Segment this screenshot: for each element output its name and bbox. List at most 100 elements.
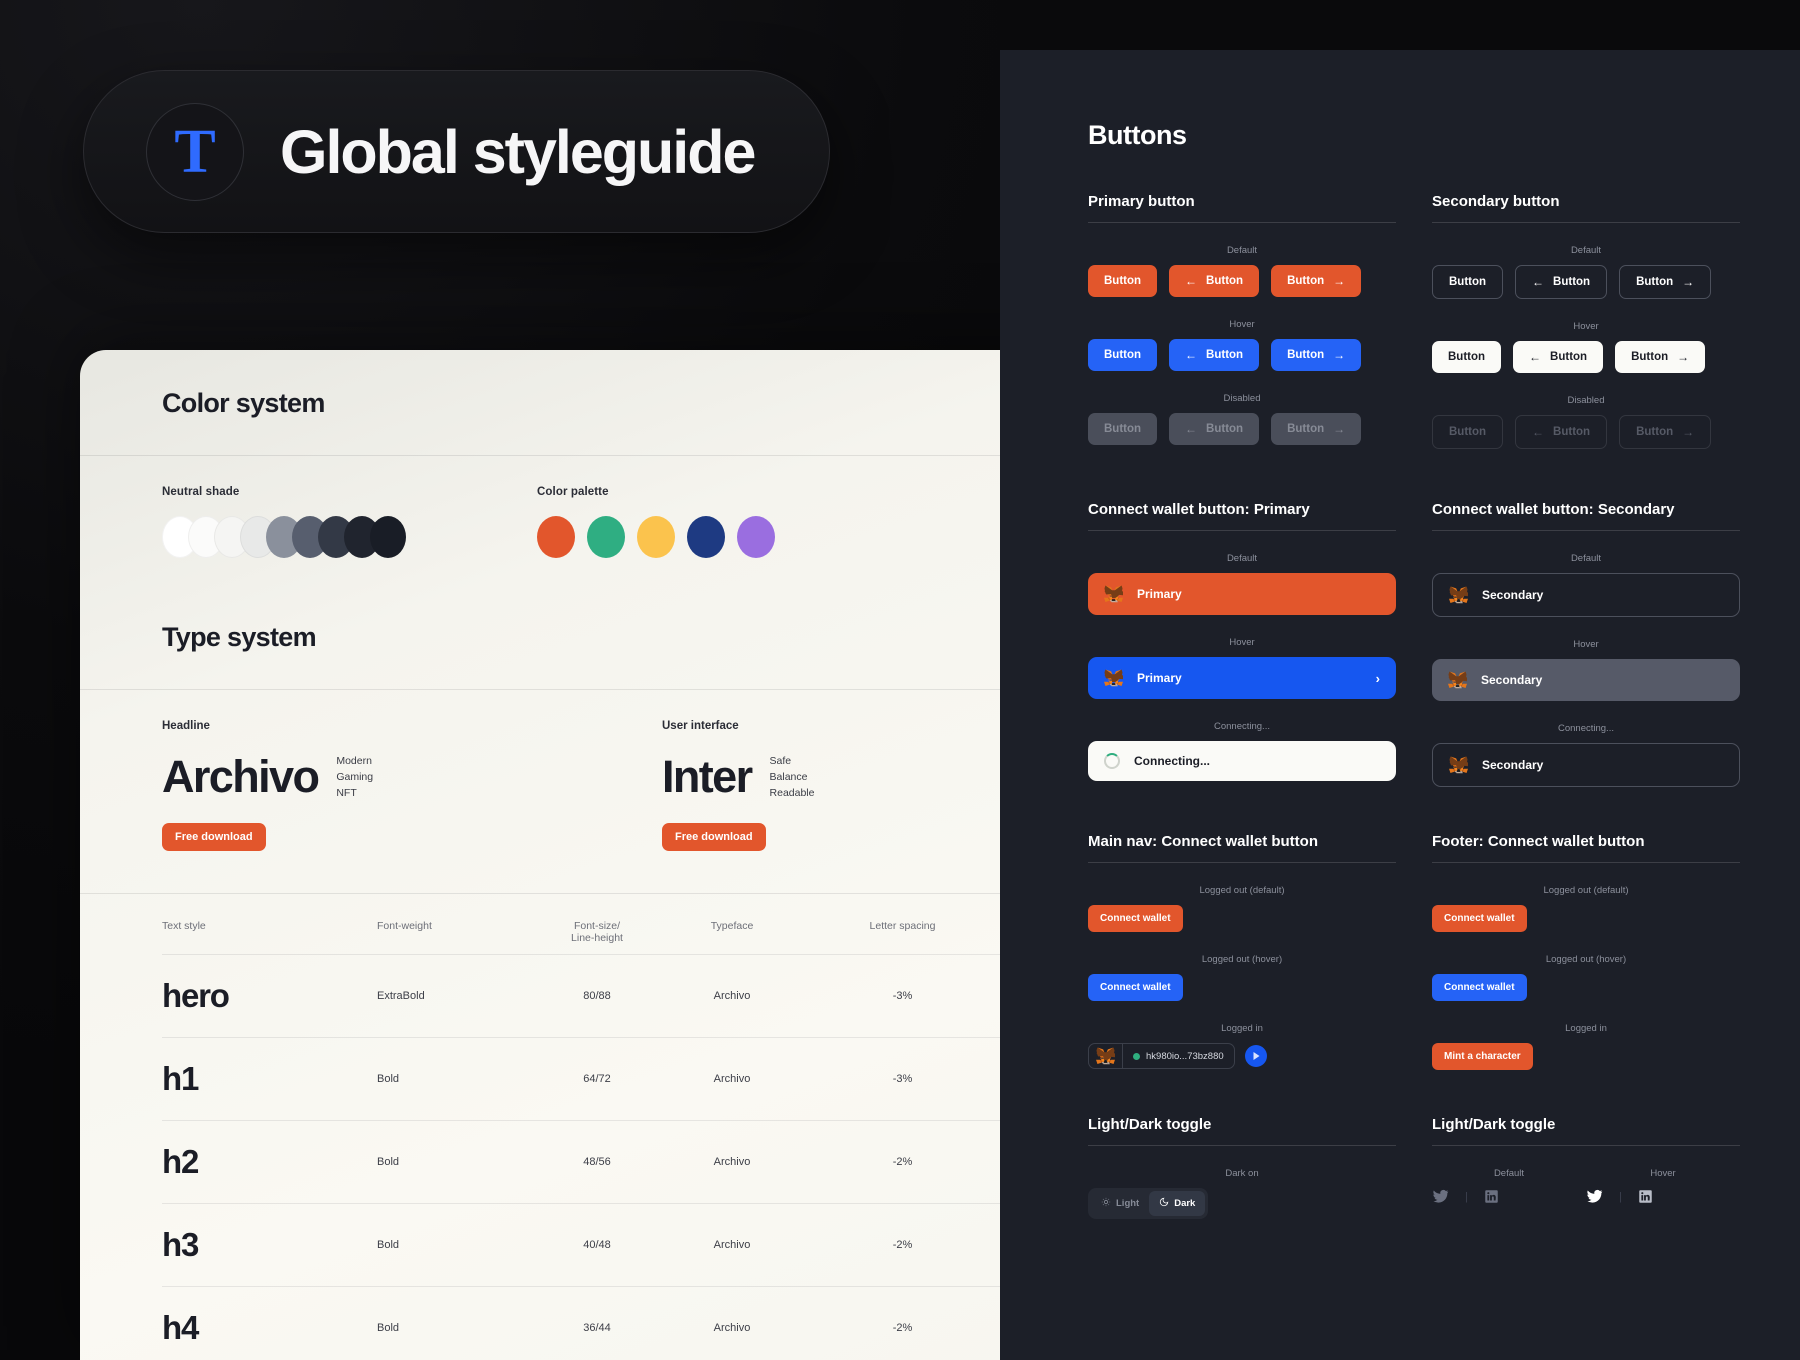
button-row: Button ← Button Button →	[1088, 413, 1396, 445]
nav-footer-row: Main nav: Connect wallet button Logged o…	[1088, 833, 1740, 1070]
light-dark-toggle[interactable]: Light Dark	[1088, 1188, 1209, 1219]
toggle-right-group: Light/Dark toggle Default Hover | |	[1432, 1116, 1740, 1219]
linkedin-icon[interactable]	[1638, 1189, 1653, 1204]
demo-button[interactable]: Button →	[1271, 339, 1362, 371]
type-letter-spacing: -3%	[797, 1037, 1000, 1121]
connect-wallet-button[interactable]: Primary ›	[1088, 657, 1396, 699]
mint-character-button[interactable]: Mint a character	[1432, 1043, 1533, 1070]
connect-wallet-button[interactable]: Connect wallet	[1432, 974, 1527, 1001]
social-state-labels: Default Hover	[1432, 1168, 1740, 1179]
arrow-left-icon: ←	[1185, 274, 1198, 288]
styleguide-screen: T Global styleguide Color system Neutral…	[0, 0, 1800, 1360]
type-style-name: h3	[162, 1203, 377, 1287]
button-row: Button ← Button Button →	[1432, 265, 1740, 299]
demo-button[interactable]: Button	[1432, 265, 1504, 299]
button-label: Button	[1104, 349, 1142, 361]
button-row: Button ← Button Button →	[1088, 339, 1396, 371]
type-letter-spacing: -2%	[797, 1120, 1000, 1204]
button-label: Button	[1448, 351, 1486, 363]
type-font-weight: Bold	[377, 1286, 527, 1360]
headline-download-button[interactable]: Free download	[162, 823, 266, 852]
twitter-icon[interactable]	[1432, 1188, 1449, 1205]
wallet-primary-heading: Connect wallet button: Primary	[1088, 501, 1396, 531]
connect-wallet-button[interactable]: Connect wallet	[1088, 974, 1183, 1001]
font-tag: NFT	[336, 786, 357, 799]
table-row: hero ExtraBold 80/88 Archivo -3%	[162, 954, 1000, 1038]
connect-wallet-button[interactable]: Connect wallet	[1432, 905, 1527, 932]
toggle-left-heading: Light/Dark toggle	[1088, 1116, 1396, 1146]
demo-button[interactable]: Button	[1088, 413, 1158, 445]
font-tag: Balance	[769, 770, 808, 783]
social-divider: |	[1465, 1190, 1468, 1203]
connect-wallet-button[interactable]: Connect wallet	[1088, 905, 1183, 932]
demo-button[interactable]: Button →	[1619, 415, 1712, 449]
avatar[interactable]	[1244, 1045, 1267, 1067]
font-tag: Readable	[769, 786, 815, 799]
demo-button[interactable]: ← Button	[1515, 265, 1608, 299]
sun-icon	[1101, 1197, 1111, 1210]
state-label: Default	[1226, 245, 1258, 256]
button-label: Button	[1631, 351, 1669, 363]
connect-wallet-button[interactable]: Secondary	[1432, 573, 1740, 617]
arrow-left-icon: ←	[1185, 422, 1198, 436]
font-tag: Modern	[336, 755, 372, 767]
demo-button[interactable]: ← Button	[1513, 341, 1604, 373]
demo-button[interactable]: Button →	[1271, 265, 1362, 297]
demo-button[interactable]: Button →	[1619, 265, 1712, 299]
typography-badge: T	[146, 102, 244, 201]
buttons-panel-title: Buttons	[1088, 120, 1187, 150]
toggle-option-light[interactable]: Light	[1091, 1191, 1149, 1216]
social-hover-label: Hover	[1650, 1168, 1676, 1179]
twitter-icon[interactable]	[1586, 1188, 1603, 1205]
palette-swatch-row	[537, 516, 775, 558]
ui-label: User interface	[662, 720, 739, 732]
demo-button[interactable]: Button	[1088, 265, 1158, 297]
connect-wallet-button[interactable]: Connecting...	[1088, 741, 1396, 781]
demo-button[interactable]: Button	[1432, 341, 1502, 373]
arrow-right-icon: →	[1333, 348, 1346, 362]
type-font-weight: Bold	[377, 1120, 527, 1204]
demo-button[interactable]: Button	[1432, 415, 1504, 449]
type-style-name: h2	[162, 1120, 377, 1204]
connect-wallet-label: Secondary	[1481, 673, 1543, 687]
state-label: Default	[1570, 553, 1602, 564]
button-label: Button	[1449, 426, 1487, 438]
social-hover-group: |	[1586, 1188, 1740, 1205]
neutral-shade-group: Neutral shade	[162, 486, 537, 558]
type-font-weight: Bold	[377, 1203, 527, 1287]
wallet-address-chip[interactable]: hk980io...73bz880	[1088, 1043, 1235, 1069]
state-label: Hover	[1229, 637, 1255, 648]
palette-swatch	[737, 516, 775, 558]
button-label: Button	[1550, 351, 1588, 363]
wallet-secondary-heading: Connect wallet button: Secondary	[1432, 501, 1740, 531]
connect-wallet-button[interactable]: Primary	[1088, 573, 1396, 615]
demo-button[interactable]: ← Button	[1169, 339, 1260, 371]
button-label: Button	[1206, 349, 1244, 361]
state-label: Hover	[1573, 321, 1599, 332]
secondary-button-group: Secondary button Default Button ← Button But…	[1432, 193, 1740, 449]
wallet-variants-row: Connect wallet button: Primary Default Pr…	[1088, 501, 1740, 787]
type-font-weight: ExtraBold	[377, 954, 527, 1038]
demo-button[interactable]: Button	[1088, 339, 1158, 371]
demo-button[interactable]: ← Button	[1169, 413, 1260, 445]
demo-button[interactable]: ← Button	[1169, 265, 1260, 297]
connect-wallet-button[interactable]: Secondary	[1432, 659, 1740, 701]
type-style-name: h4	[162, 1286, 377, 1360]
demo-button[interactable]: Button →	[1615, 341, 1706, 373]
demo-button[interactable]: ← Button	[1515, 415, 1608, 449]
demo-button[interactable]: Button →	[1271, 413, 1362, 445]
type-letter-spacing: -2%	[797, 1203, 1000, 1287]
linkedin-icon[interactable]	[1484, 1189, 1499, 1204]
toggle-option-dark[interactable]: Dark	[1149, 1191, 1206, 1216]
state-label: Logged out (hover)	[1545, 954, 1627, 965]
type-letter-spacing: -3%	[797, 954, 1000, 1038]
wallet-secondary-group: Connect wallet button: Secondary Default…	[1432, 501, 1740, 787]
button-row: Button ← Button Button →	[1088, 265, 1396, 297]
connect-wallet-label: Secondary	[1482, 758, 1544, 772]
col-letter-spacing: Letter spacing	[869, 920, 936, 933]
toggle-left-group: Light/Dark toggle Dark on Light Dark	[1088, 1116, 1396, 1219]
headline-font-tags: Modern Gaming NFT	[336, 754, 373, 801]
ui-download-button[interactable]: Free download	[662, 823, 766, 852]
neutral-swatch-row	[162, 516, 537, 558]
connect-wallet-button[interactable]: Secondary	[1432, 743, 1740, 787]
